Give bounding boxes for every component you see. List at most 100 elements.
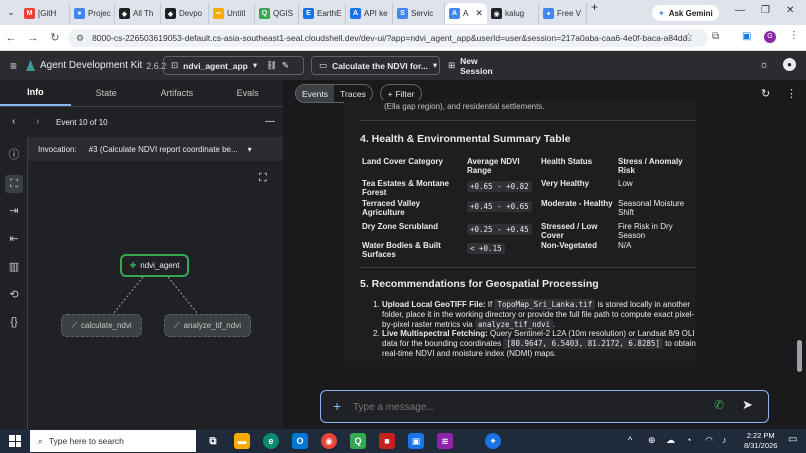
close-tab-icon[interactable]: ✕ bbox=[475, 8, 483, 19]
table-cell: Water Bodies & Built Surfaces bbox=[362, 241, 441, 259]
tray-chevron-icon[interactable]: ^ bbox=[628, 435, 632, 445]
cloud-icon[interactable]: ☁ bbox=[666, 435, 675, 446]
tab-state[interactable]: State bbox=[71, 80, 142, 106]
extensions-icon[interactable]: ⧉ bbox=[712, 31, 719, 42]
table-cell: Dry Zone Scrubland bbox=[362, 222, 439, 231]
message-input-bar[interactable]: + ✆ ➤ bbox=[320, 390, 769, 423]
restore-icon[interactable]: ❐ bbox=[761, 5, 770, 16]
close-window-icon[interactable]: ✕ bbox=[786, 5, 794, 16]
edge-icon[interactable]: e bbox=[263, 433, 279, 449]
graph-icon[interactable]: ⛓ bbox=[266, 60, 277, 71]
agent-select[interactable]: ⊡ ndvi_agent_app ▾ ⛓ ✎ bbox=[163, 56, 304, 75]
edit-icon[interactable]: ✎ bbox=[282, 60, 289, 71]
scrollbar-thumb[interactable] bbox=[797, 340, 802, 372]
tab-title: Free V bbox=[557, 9, 582, 18]
new-tab-button[interactable]: + bbox=[587, 0, 602, 25]
attach-plus-icon[interactable]: + bbox=[333, 398, 341, 414]
phone-icon[interactable]: ✆ bbox=[714, 398, 724, 412]
prev-event-icon[interactable]: ‹ bbox=[12, 116, 15, 127]
browser-tab[interactable]: ● Projec bbox=[70, 3, 115, 24]
notifications-icon[interactable]: ▭ bbox=[788, 434, 797, 445]
next-event-icon[interactable]: › bbox=[36, 116, 39, 127]
chart-icon[interactable]: ▥ bbox=[7, 259, 21, 273]
more-options-icon[interactable]: ⋮ bbox=[786, 87, 797, 100]
layers-icon[interactable]: ≋ bbox=[437, 433, 453, 449]
tab-title: A bbox=[463, 9, 469, 18]
volume-icon[interactable]: ♪ bbox=[722, 435, 727, 445]
graph-node-ndvi-agent[interactable]: ✚ ndvi_agent bbox=[120, 254, 189, 277]
browser-tab[interactable]: E EarthE bbox=[299, 3, 346, 24]
graph-node-analyze-tif-ndvi[interactable]: ⟋ analyze_tif_ndvi bbox=[164, 314, 251, 337]
collapse-icon[interactable]: — bbox=[265, 116, 275, 127]
tab-title: QGIS bbox=[273, 9, 294, 18]
chrome-icon[interactable]: ◉ bbox=[321, 433, 337, 449]
session-select[interactable]: ▭ Calculate the NDVI for... ▾ bbox=[311, 56, 440, 75]
response-icon[interactable]: ⇤ bbox=[7, 231, 21, 245]
browser-tab[interactable]: A A ✕ bbox=[445, 3, 487, 24]
forward-icon[interactable]: → bbox=[22, 32, 44, 44]
chevron-down-icon[interactable]: ▾ bbox=[248, 145, 252, 154]
file-explorer-icon[interactable]: ▬ bbox=[234, 433, 250, 449]
browser-tab[interactable]: Q QGIS bbox=[255, 3, 299, 24]
task-view-icon[interactable]: ⧉ bbox=[205, 433, 221, 449]
tab-evals[interactable]: Evals bbox=[212, 80, 283, 106]
graph-view-icon[interactable]: ⛶ bbox=[5, 175, 23, 193]
browser-tab[interactable]: ∞ Untitl bbox=[209, 3, 255, 24]
tray-app-icon[interactable]: ⊕ bbox=[648, 435, 656, 446]
table-header: Average NDVI Range bbox=[467, 157, 520, 175]
browser-menu-icon[interactable]: ⋮ bbox=[789, 30, 799, 41]
browser-tab[interactable]: S Servic bbox=[393, 3, 445, 24]
send-icon[interactable]: ➤ bbox=[742, 397, 753, 413]
ask-gemini-button[interactable]: ✦ Ask Gemini bbox=[652, 5, 719, 21]
browser-tab[interactable]: ◆ All Th bbox=[115, 3, 161, 24]
new-session-icon: ⊞ bbox=[448, 60, 456, 70]
translate-icon[interactable]: ▣ bbox=[742, 31, 751, 42]
tab-artifacts[interactable]: Artifacts bbox=[142, 80, 213, 106]
tab-events[interactable]: Events bbox=[296, 85, 334, 102]
request-icon[interactable]: ⇥ bbox=[7, 203, 21, 217]
reload-icon[interactable]: ↻ bbox=[44, 31, 66, 44]
tab-search-icon[interactable]: ⌄ bbox=[4, 7, 18, 18]
agent-node-icon: ✚ bbox=[129, 261, 137, 270]
assistant-icon[interactable]: ✦ bbox=[485, 433, 501, 449]
table-cell: < +0.15 bbox=[467, 243, 539, 254]
site-info-icon[interactable]: ⚙ bbox=[76, 33, 84, 44]
invocation-select[interactable]: #3 (Calculate NDVI report coordinate be.… bbox=[89, 145, 238, 154]
info-icon[interactable]: ⓘ bbox=[7, 147, 21, 161]
clock[interactable]: 2:22 PM 8/31/2026 bbox=[744, 431, 777, 451]
media-icon[interactable]: ■ bbox=[379, 433, 395, 449]
browser-tab[interactable]: ◆ Devpo bbox=[161, 3, 209, 24]
event-counter: Event 10 of 10 bbox=[56, 118, 108, 127]
profile-avatar[interactable]: G bbox=[764, 31, 776, 43]
table-cell: Seasonal Moisture Shift bbox=[618, 199, 685, 217]
hamburger-menu-icon[interactable]: ≡ bbox=[10, 59, 17, 73]
network-icon[interactable]: ◔ bbox=[686, 435, 691, 445]
minimize-icon[interactable]: — bbox=[735, 5, 745, 16]
url-field[interactable]: ⚙ 8000-cs-226503619053-default.cs-asia-s… bbox=[68, 29, 708, 47]
theme-toggle-icon[interactable]: ☼ bbox=[759, 59, 769, 71]
graph-node-calculate-ndvi[interactable]: ⟋ calculate_ndvi bbox=[61, 314, 142, 337]
browser-tab[interactable]: M [GitH bbox=[20, 3, 70, 24]
browser-tab[interactable]: ✦ Free V bbox=[539, 3, 587, 24]
tab-info[interactable]: Info bbox=[0, 80, 71, 106]
new-session-button[interactable]: ⊞ New Session bbox=[441, 56, 519, 76]
table-cell: +0.45 - +0.65 bbox=[467, 201, 539, 212]
tab-favicon-icon: E bbox=[303, 8, 314, 19]
tab-title: Devpo bbox=[179, 9, 203, 18]
windows-start-icon[interactable] bbox=[9, 435, 21, 447]
wifi-icon[interactable]: ◠ bbox=[705, 435, 713, 446]
refresh-icon[interactable]: ↻ bbox=[761, 87, 770, 100]
tool-icon: ⟋ bbox=[71, 320, 77, 330]
taskbar-search[interactable]: ⌕ Type here to search bbox=[30, 430, 196, 452]
back-icon[interactable]: ← bbox=[0, 32, 22, 44]
bookmark-star-icon[interactable]: ☆ bbox=[684, 32, 693, 43]
link-icon[interactable]: ⟲ bbox=[7, 287, 21, 301]
qgis-icon[interactable]: Q bbox=[350, 433, 366, 449]
account-icon[interactable]: ● bbox=[783, 58, 796, 71]
app-icon[interactable]: ▣ bbox=[408, 433, 424, 449]
code-braces-icon[interactable]: {} bbox=[7, 315, 21, 329]
message-input[interactable] bbox=[353, 398, 693, 416]
browser-tab[interactable]: A API ke bbox=[346, 3, 393, 24]
outlook-icon[interactable]: O bbox=[292, 433, 308, 449]
browser-tab[interactable]: ◉ kalug bbox=[487, 3, 539, 24]
